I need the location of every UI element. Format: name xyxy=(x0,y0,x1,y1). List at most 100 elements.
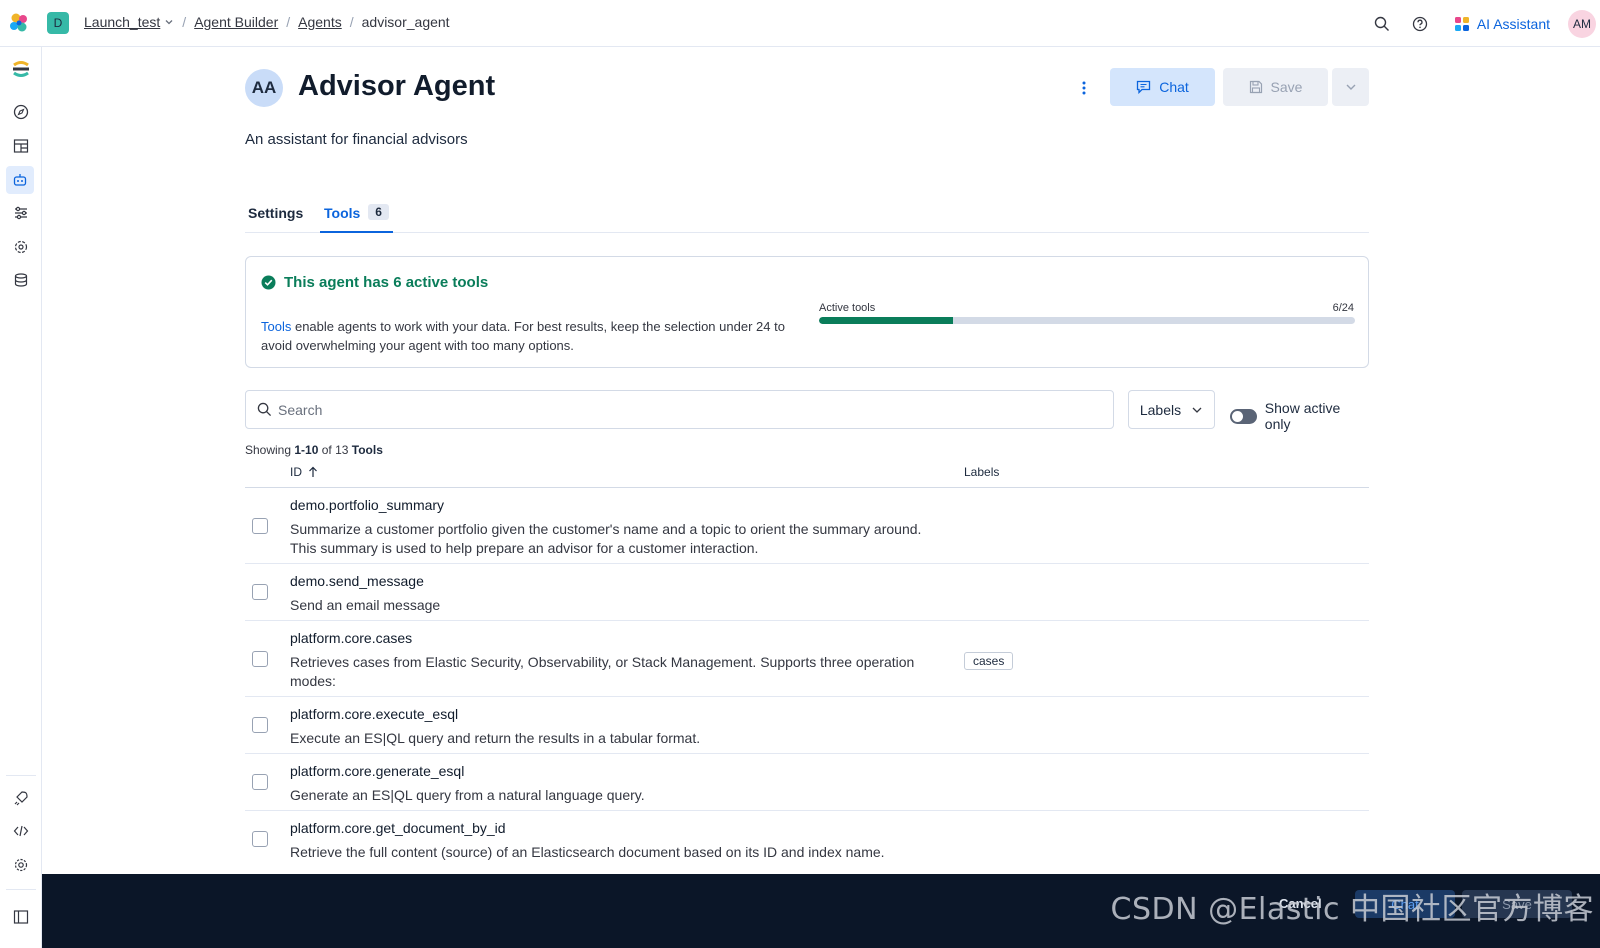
show-active-toggle[interactable] xyxy=(1230,408,1257,424)
save-options-button[interactable] xyxy=(1332,68,1369,106)
column-header-labels: Labels xyxy=(964,465,1000,479)
callout-title-text: This agent has 6 active tools xyxy=(284,274,489,291)
breadcrumb-separator: / xyxy=(182,14,187,30)
tool-description: Retrieve the full content (source) of an… xyxy=(290,844,885,860)
results-count: Showing 1-10 of 13 Tools xyxy=(245,443,383,457)
tools-link[interactable]: Tools xyxy=(261,319,291,334)
tools-count-badge: 6 xyxy=(368,204,389,220)
rail-divider xyxy=(6,889,36,890)
chevron-down-icon[interactable] xyxy=(164,17,174,27)
code-icon[interactable] xyxy=(9,819,33,843)
dashboard-icon[interactable] xyxy=(9,134,33,158)
callout-body-text: enable agents to work with your data. Fo… xyxy=(261,319,785,353)
row-checkbox[interactable] xyxy=(252,518,268,534)
tool-description: Summarize a customer portfolio given the… xyxy=(290,521,922,556)
tool-description: Execute an ES|QL query and return the re… xyxy=(290,730,701,746)
search-input[interactable] xyxy=(278,392,1108,427)
ai-assistant-label: AI Assistant xyxy=(1476,15,1550,32)
tool-id[interactable]: platform.core.execute_esql xyxy=(290,706,458,722)
tab-bar: Settings Tools 6 xyxy=(245,193,1369,233)
column-id-label: ID xyxy=(290,465,302,479)
table-row: platform.core.execute_esql Execute an ES… xyxy=(245,697,1369,754)
database-icon[interactable] xyxy=(9,268,33,292)
left-rail xyxy=(0,47,42,948)
search-field xyxy=(245,390,1114,429)
tools-table-body: demo.portfolio_summary Summarize a custo… xyxy=(245,488,1369,868)
tab-tools-label: Tools xyxy=(324,205,361,221)
table-row: demo.send_message Send an email message xyxy=(245,564,1369,621)
table-row: platform.core.cases Retrieves cases from… xyxy=(245,621,1369,697)
breadcrumb-agents[interactable]: Agents xyxy=(298,14,342,30)
tab-settings[interactable]: Settings xyxy=(248,205,303,221)
check-circle-icon xyxy=(261,275,276,290)
row-checkbox[interactable] xyxy=(252,831,268,847)
active-tools-progress xyxy=(819,317,1355,324)
breadcrumb-current: advisor_agent xyxy=(361,14,450,30)
rail-divider xyxy=(6,775,36,776)
breadcrumb-agent-builder[interactable]: Agent Builder xyxy=(194,14,278,30)
tool-id[interactable]: demo.portfolio_summary xyxy=(290,497,444,513)
space-badge[interactable]: D xyxy=(47,12,69,34)
table-row: demo.portfolio_summary Summarize a custo… xyxy=(245,488,1369,564)
top-bar: D Launch_test / Agent Builder / Agents /… xyxy=(0,0,1600,47)
callout-body: Tools enable agents to work with your da… xyxy=(261,317,801,355)
labels-filter-button[interactable]: Labels xyxy=(1128,390,1215,429)
progress-value: 6/24 xyxy=(1332,302,1354,314)
tool-id[interactable]: demo.send_message xyxy=(290,573,424,589)
elastic-logo[interactable] xyxy=(9,57,33,81)
sort-ascending-icon xyxy=(308,466,318,478)
table-row: platform.core.generate_esql Generate an … xyxy=(245,754,1369,811)
ai-sparkle-icon xyxy=(1454,16,1470,32)
table-row: platform.core.get_document_by_id Retriev… xyxy=(245,811,1369,868)
chat-button-label: Chat xyxy=(1159,79,1189,95)
chat-button[interactable]: Chat xyxy=(1110,68,1215,106)
tool-id[interactable]: platform.core.get_document_by_id xyxy=(290,820,506,836)
tool-description: Send an email message xyxy=(290,597,441,613)
agent-description: An assistant for financial advisors xyxy=(245,131,468,148)
compass-icon[interactable] xyxy=(9,100,33,124)
gear-icon[interactable] xyxy=(9,853,33,877)
row-checkbox[interactable] xyxy=(252,584,268,600)
label-badge[interactable]: cases xyxy=(964,652,1014,670)
active-tools-callout: This agent has 6 active tools Tools enab… xyxy=(245,256,1369,368)
bottom-action-bar: Cancel Chat Save CSDN @Elastic 中国社区官方博客 xyxy=(42,874,1600,948)
row-checkbox[interactable] xyxy=(252,774,268,790)
more-actions-icon[interactable] xyxy=(1074,77,1094,99)
ai-assistant-button[interactable]: AI Assistant xyxy=(1454,16,1550,32)
agent-avatar: AA xyxy=(245,69,283,107)
search-icon[interactable] xyxy=(1370,12,1394,36)
labels-filter-label: Labels xyxy=(1139,401,1182,418)
brain-icon[interactable] xyxy=(9,235,33,259)
show-active-label: Show active only xyxy=(1264,400,1341,432)
tool-id[interactable]: platform.core.generate_esql xyxy=(290,763,464,779)
breadcrumb-space[interactable]: Launch_test xyxy=(84,14,160,30)
help-icon[interactable] xyxy=(1408,12,1432,36)
breadcrumb-separator: / xyxy=(286,14,291,30)
user-avatar[interactable]: AM xyxy=(1568,9,1596,38)
row-checkbox[interactable] xyxy=(252,651,268,667)
row-checkbox[interactable] xyxy=(252,717,268,733)
showing-mid: of 13 xyxy=(318,443,352,457)
robot-icon[interactable] xyxy=(6,166,34,194)
save-button-label: Save xyxy=(1270,79,1303,95)
showing-prefix: Showing xyxy=(245,443,295,457)
progress-fill xyxy=(819,317,953,324)
chevron-down-icon xyxy=(1191,404,1203,416)
chat-icon xyxy=(1136,80,1151,94)
callout-title: This agent has 6 active tools xyxy=(261,274,488,291)
elastic-logo[interactable] xyxy=(8,12,30,34)
toggle-knob xyxy=(1232,410,1243,422)
breadcrumb: Launch_test / Agent Builder / Agents / a… xyxy=(84,14,450,30)
column-header-id[interactable]: ID xyxy=(290,465,318,479)
table-header: ID Labels xyxy=(245,460,1369,488)
sliders-icon[interactable] xyxy=(9,201,33,225)
watermark: CSDN @Elastic 中国社区官方博客 xyxy=(1110,892,1594,927)
page-title: Advisor Agent xyxy=(298,70,496,102)
page-header: AA Advisor Agent Chat Save xyxy=(245,67,1369,109)
tool-id[interactable]: platform.core.cases xyxy=(290,630,412,646)
tool-description: Generate an ES|QL query from a natural l… xyxy=(290,787,645,803)
rocket-icon[interactable] xyxy=(9,786,33,810)
panel-toggle-icon[interactable] xyxy=(9,905,33,929)
tab-tools[interactable]: Tools 6 xyxy=(320,204,393,233)
save-button[interactable]: Save xyxy=(1223,68,1328,106)
